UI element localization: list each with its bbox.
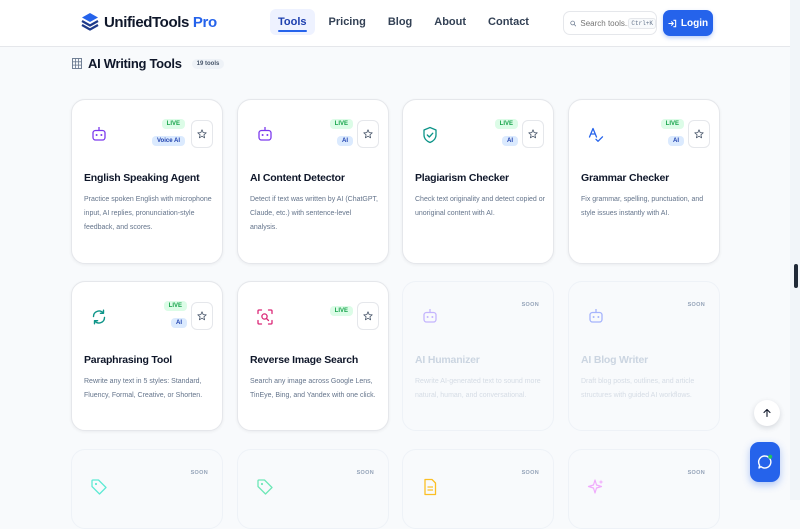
spell-check-icon — [581, 120, 611, 150]
status-badge: SOON — [687, 302, 705, 308]
scrollbar-thumb[interactable] — [794, 264, 798, 288]
favorite-button[interactable] — [357, 302, 379, 330]
star-icon — [197, 129, 207, 139]
status-badge: LIVE — [660, 119, 684, 129]
arrow-up-icon — [763, 408, 771, 418]
status-badge: SOON — [190, 470, 208, 476]
tool-title: AI Content Detector — [250, 172, 345, 184]
star-icon — [694, 129, 704, 139]
login-button[interactable]: Login — [663, 10, 713, 36]
status-badge: SOON — [687, 470, 705, 476]
tool-card-coming-soon[interactable]: SOON — [71, 449, 223, 529]
robot-icon — [415, 302, 445, 332]
tool-title: Paraphrasing Tool — [84, 354, 173, 366]
tool-description: Rewrite AI-generated text to sound more … — [415, 378, 541, 399]
search-icon — [570, 20, 577, 26]
category-badge: AI — [502, 136, 518, 146]
robot-icon — [581, 302, 611, 332]
tool-card-reverse-image-search[interactable]: LIVE Reverse Image Search Search any ima… — [237, 281, 389, 431]
main-nav: Tools Pricing Blog About Contact — [270, 9, 543, 35]
scan-search-icon — [250, 302, 280, 332]
status-badge: LIVE — [329, 306, 353, 316]
chat-icon — [757, 454, 773, 469]
tool-title: English Speaking Agent — [84, 172, 200, 184]
tool-title: Plagiarism Checker — [415, 172, 509, 184]
favorite-button[interactable] — [688, 120, 710, 148]
robot-icon — [250, 120, 280, 150]
scroll-to-top-button[interactable] — [754, 400, 780, 426]
brand-accent: Pro — [192, 13, 217, 31]
favorite-button[interactable] — [191, 302, 213, 330]
tool-card-plagiarism-checker[interactable]: LIVE AI Plagiarism Checker Check text or… — [402, 99, 554, 264]
category-badge: AI — [171, 318, 187, 328]
nav-blog[interactable]: Blog — [380, 9, 420, 35]
section-header: AI Writing Tools 19 tools — [72, 56, 225, 71]
top-navbar: UnifiedTools Pro Tools Pricing Blog About… — [0, 0, 790, 47]
login-icon — [668, 19, 677, 27]
brand-name: UnifiedTools — [104, 13, 189, 31]
status-badge: LIVE — [329, 119, 353, 129]
star-icon — [528, 129, 538, 139]
tool-description: Search any image across Google Lens, Tin… — [250, 378, 376, 399]
page-scrollbar[interactable] — [790, 0, 800, 500]
grid-icon — [72, 58, 82, 69]
tool-card-grammar-checker[interactable]: LIVE AI Grammar Checker Fix grammar, spe… — [568, 99, 720, 264]
tool-card-coming-soon[interactable]: SOON — [402, 449, 554, 529]
favorite-button[interactable] — [357, 120, 379, 148]
tool-count-badge: 19 tools — [191, 58, 225, 69]
login-label: Login — [680, 17, 709, 29]
tool-description: Detect if text was written by AI (ChatGP… — [250, 196, 378, 231]
category-badge: AI — [668, 136, 684, 146]
brand-logo[interactable]: UnifiedTools Pro — [80, 11, 217, 33]
favorite-button[interactable] — [522, 120, 544, 148]
tool-card-english-speaking-agent[interactable]: LIVE Voice AI English Speaking Agent Pra… — [71, 99, 223, 264]
document-icon — [415, 472, 445, 502]
status-badge: LIVE — [494, 119, 518, 129]
refresh-icon — [84, 302, 114, 332]
search-box[interactable]: Ctrl+K — [563, 11, 657, 35]
star-icon — [363, 129, 373, 139]
tool-card-ai-blog-writer[interactable]: SOON AI Blog Writer Draft blog posts, ou… — [568, 281, 720, 431]
tool-card-ai-humanizer[interactable]: SOON AI Humanizer Rewrite AI-generated t… — [402, 281, 554, 431]
tool-title: AI Blog Writer — [581, 354, 649, 366]
robot-icon — [84, 120, 114, 150]
tag-icon — [250, 472, 280, 502]
status-badge: SOON — [356, 470, 374, 476]
tool-card-coming-soon[interactable]: SOON — [237, 449, 389, 529]
logo-icon — [81, 13, 99, 31]
tool-title: Grammar Checker — [581, 172, 670, 184]
tool-description: Fix grammar, spelling, punctuation, and … — [581, 196, 704, 217]
search-shortcut: Ctrl+K — [628, 17, 656, 29]
tool-title: AI Humanizer — [415, 354, 480, 366]
nav-pricing[interactable]: Pricing — [321, 9, 374, 35]
status-badge: SOON — [521, 470, 539, 476]
shield-check-icon — [415, 120, 445, 150]
status-badge: LIVE — [161, 119, 185, 129]
category-badge: Voice AI — [151, 136, 185, 146]
tool-card-coming-soon[interactable]: SOON — [568, 449, 720, 529]
nav-contact[interactable]: Contact — [480, 9, 537, 35]
section-title: AI Writing Tools — [88, 56, 182, 71]
tool-description: Rewrite any text in 5 styles: Standard, … — [84, 378, 203, 399]
sparkles-icon — [581, 472, 611, 502]
tool-title: Reverse Image Search — [250, 354, 359, 366]
status-badge: LIVE — [163, 301, 187, 311]
favorite-button[interactable] — [191, 120, 213, 148]
nav-tools[interactable]: Tools — [270, 9, 315, 35]
status-badge: SOON — [521, 302, 539, 308]
tool-card-ai-content-detector[interactable]: LIVE AI AI Content Detector Detect if te… — [237, 99, 389, 264]
search-input[interactable] — [580, 18, 629, 28]
tool-description: Check text originality and detect copied… — [415, 196, 545, 217]
star-icon — [363, 311, 373, 321]
star-icon — [197, 311, 207, 321]
category-badge: AI — [337, 136, 353, 146]
nav-about[interactable]: About — [426, 9, 474, 35]
tag-icon — [84, 472, 114, 502]
tool-description: Practice spoken English with microphone … — [84, 196, 212, 231]
chat-button[interactable] — [750, 442, 780, 482]
tool-description: Draft blog posts, outlines, and article … — [581, 378, 695, 399]
tool-card-paraphrasing-tool[interactable]: LIVE AI Paraphrasing Tool Rewrite any te… — [71, 281, 223, 431]
